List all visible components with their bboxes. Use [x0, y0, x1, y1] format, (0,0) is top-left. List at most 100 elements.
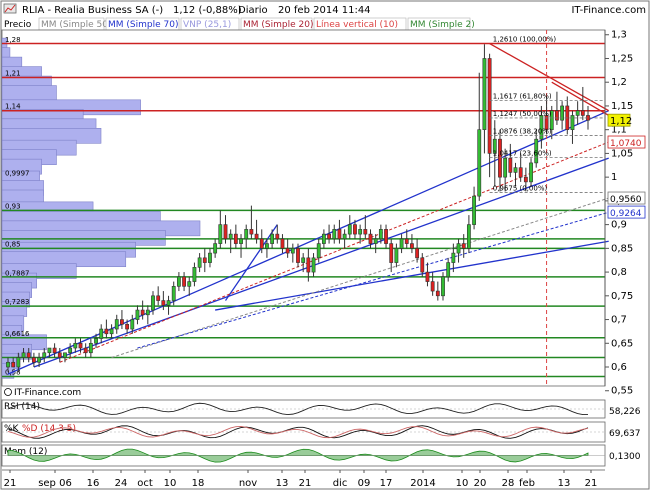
x-tick-label: 17	[380, 478, 393, 489]
candle	[213, 243, 218, 254]
candle	[487, 58, 492, 154]
legend-item-label: VNP (25,1)	[183, 20, 231, 30]
volume-profile-bar	[1, 85, 57, 101]
profile-level-label: 0,9997	[5, 169, 30, 177]
candle	[321, 233, 326, 244]
candle	[57, 352, 62, 358]
profile-level-label: 1,14	[5, 103, 21, 111]
candle	[373, 238, 378, 244]
y-tick-label: 1,2	[611, 77, 627, 88]
profile-level-label: 1,28	[5, 36, 21, 44]
header-datetime: 20 feb 2014 11:44	[278, 5, 371, 16]
candle	[415, 248, 420, 259]
indicator-value: 58,226	[609, 407, 641, 417]
candle	[472, 195, 476, 225]
candle	[280, 238, 285, 249]
y-tick-label: 0,55	[611, 386, 633, 397]
candle	[73, 342, 78, 349]
candle	[120, 319, 124, 325]
candle	[466, 224, 471, 249]
candle	[456, 243, 461, 254]
x-tick-label: oct	[137, 478, 153, 489]
candle	[176, 276, 181, 287]
y-tick-label: 1,05	[611, 148, 633, 159]
footer-copyright: IT-Finance.com	[14, 388, 81, 398]
x-tick-label: 18	[192, 478, 205, 489]
candle	[327, 233, 331, 240]
candle	[171, 286, 176, 301]
candle	[233, 233, 238, 244]
legend-item-label: MM (Simple 2)	[410, 20, 475, 30]
indicator-name-secondary: %D (14 3 5)	[22, 424, 76, 434]
candle	[83, 347, 88, 354]
candle	[316, 243, 321, 259]
x-tick-label: 20	[474, 478, 487, 489]
candle	[26, 352, 31, 358]
candle	[63, 352, 67, 358]
x-tick-label: 24	[115, 478, 128, 489]
y-tick-label: 0,6	[611, 362, 627, 373]
y-tick-label: 0,75	[611, 291, 633, 302]
candle	[218, 224, 223, 244]
candle	[239, 238, 243, 244]
candle	[461, 243, 466, 249]
candle	[420, 257, 425, 273]
candle	[301, 257, 306, 263]
x-tick-label: 13	[276, 478, 289, 489]
x-tick-label: 13	[558, 478, 571, 489]
x-tick-label: feb	[519, 478, 535, 489]
candle	[555, 110, 559, 121]
candle	[580, 110, 585, 116]
candle	[358, 229, 363, 235]
candle	[523, 176, 528, 183]
header-period: Diario	[238, 5, 268, 16]
candle	[249, 229, 254, 235]
price-badge-label: 0,9560	[610, 195, 642, 205]
candle	[145, 309, 150, 316]
stock-chart: RLIA - Realia Business SA (-) 1,12 (-0,88…	[0, 0, 650, 490]
candle	[88, 342, 93, 354]
candle	[311, 257, 316, 273]
candle	[161, 300, 166, 306]
candle	[394, 248, 399, 263]
price-badge-label: 1,12	[610, 116, 632, 127]
candle	[187, 281, 192, 287]
candle	[104, 328, 109, 335]
y-tick-label: 0,65	[611, 338, 633, 349]
profile-level-label: 1,21	[5, 69, 21, 77]
candle	[78, 342, 83, 349]
indicator-name: RSI (14)	[4, 402, 40, 412]
candle	[21, 352, 26, 358]
candle	[399, 238, 404, 249]
fibonacci-label: 1,1247 (50,00%)	[493, 110, 552, 118]
candle	[130, 319, 135, 330]
candle	[16, 357, 21, 368]
candle	[482, 58, 487, 130]
candle	[6, 361, 10, 368]
candle	[575, 110, 580, 116]
candle	[265, 243, 269, 249]
candle	[477, 129, 482, 197]
x-tick-label: nov	[239, 478, 257, 489]
candle	[244, 229, 249, 240]
candle	[342, 233, 347, 240]
y-tick-label: 1	[611, 172, 617, 183]
legend-price-label: Precio	[4, 20, 32, 30]
x-tick-label: 10	[164, 478, 177, 489]
candle	[11, 361, 16, 368]
candle	[451, 252, 456, 263]
candle	[435, 290, 440, 297]
candle	[368, 233, 373, 244]
header-ticker: RLIA - Realia Business SA (-)	[22, 5, 163, 16]
candle	[332, 229, 337, 240]
x-tick-label: dic	[333, 478, 348, 489]
candle	[306, 257, 311, 273]
candle	[285, 248, 290, 254]
fibonacci-label: 1,0876 (38,20%)	[493, 128, 552, 136]
legend-item-label: MM (Simple 50)	[41, 20, 111, 30]
x-tick-label: 28	[502, 478, 515, 489]
candle	[135, 309, 140, 320]
chart-canvas: RLIA - Realia Business SA (-) 1,12 (-0,88…	[0, 0, 650, 490]
candle	[410, 243, 414, 249]
candle	[513, 167, 518, 173]
